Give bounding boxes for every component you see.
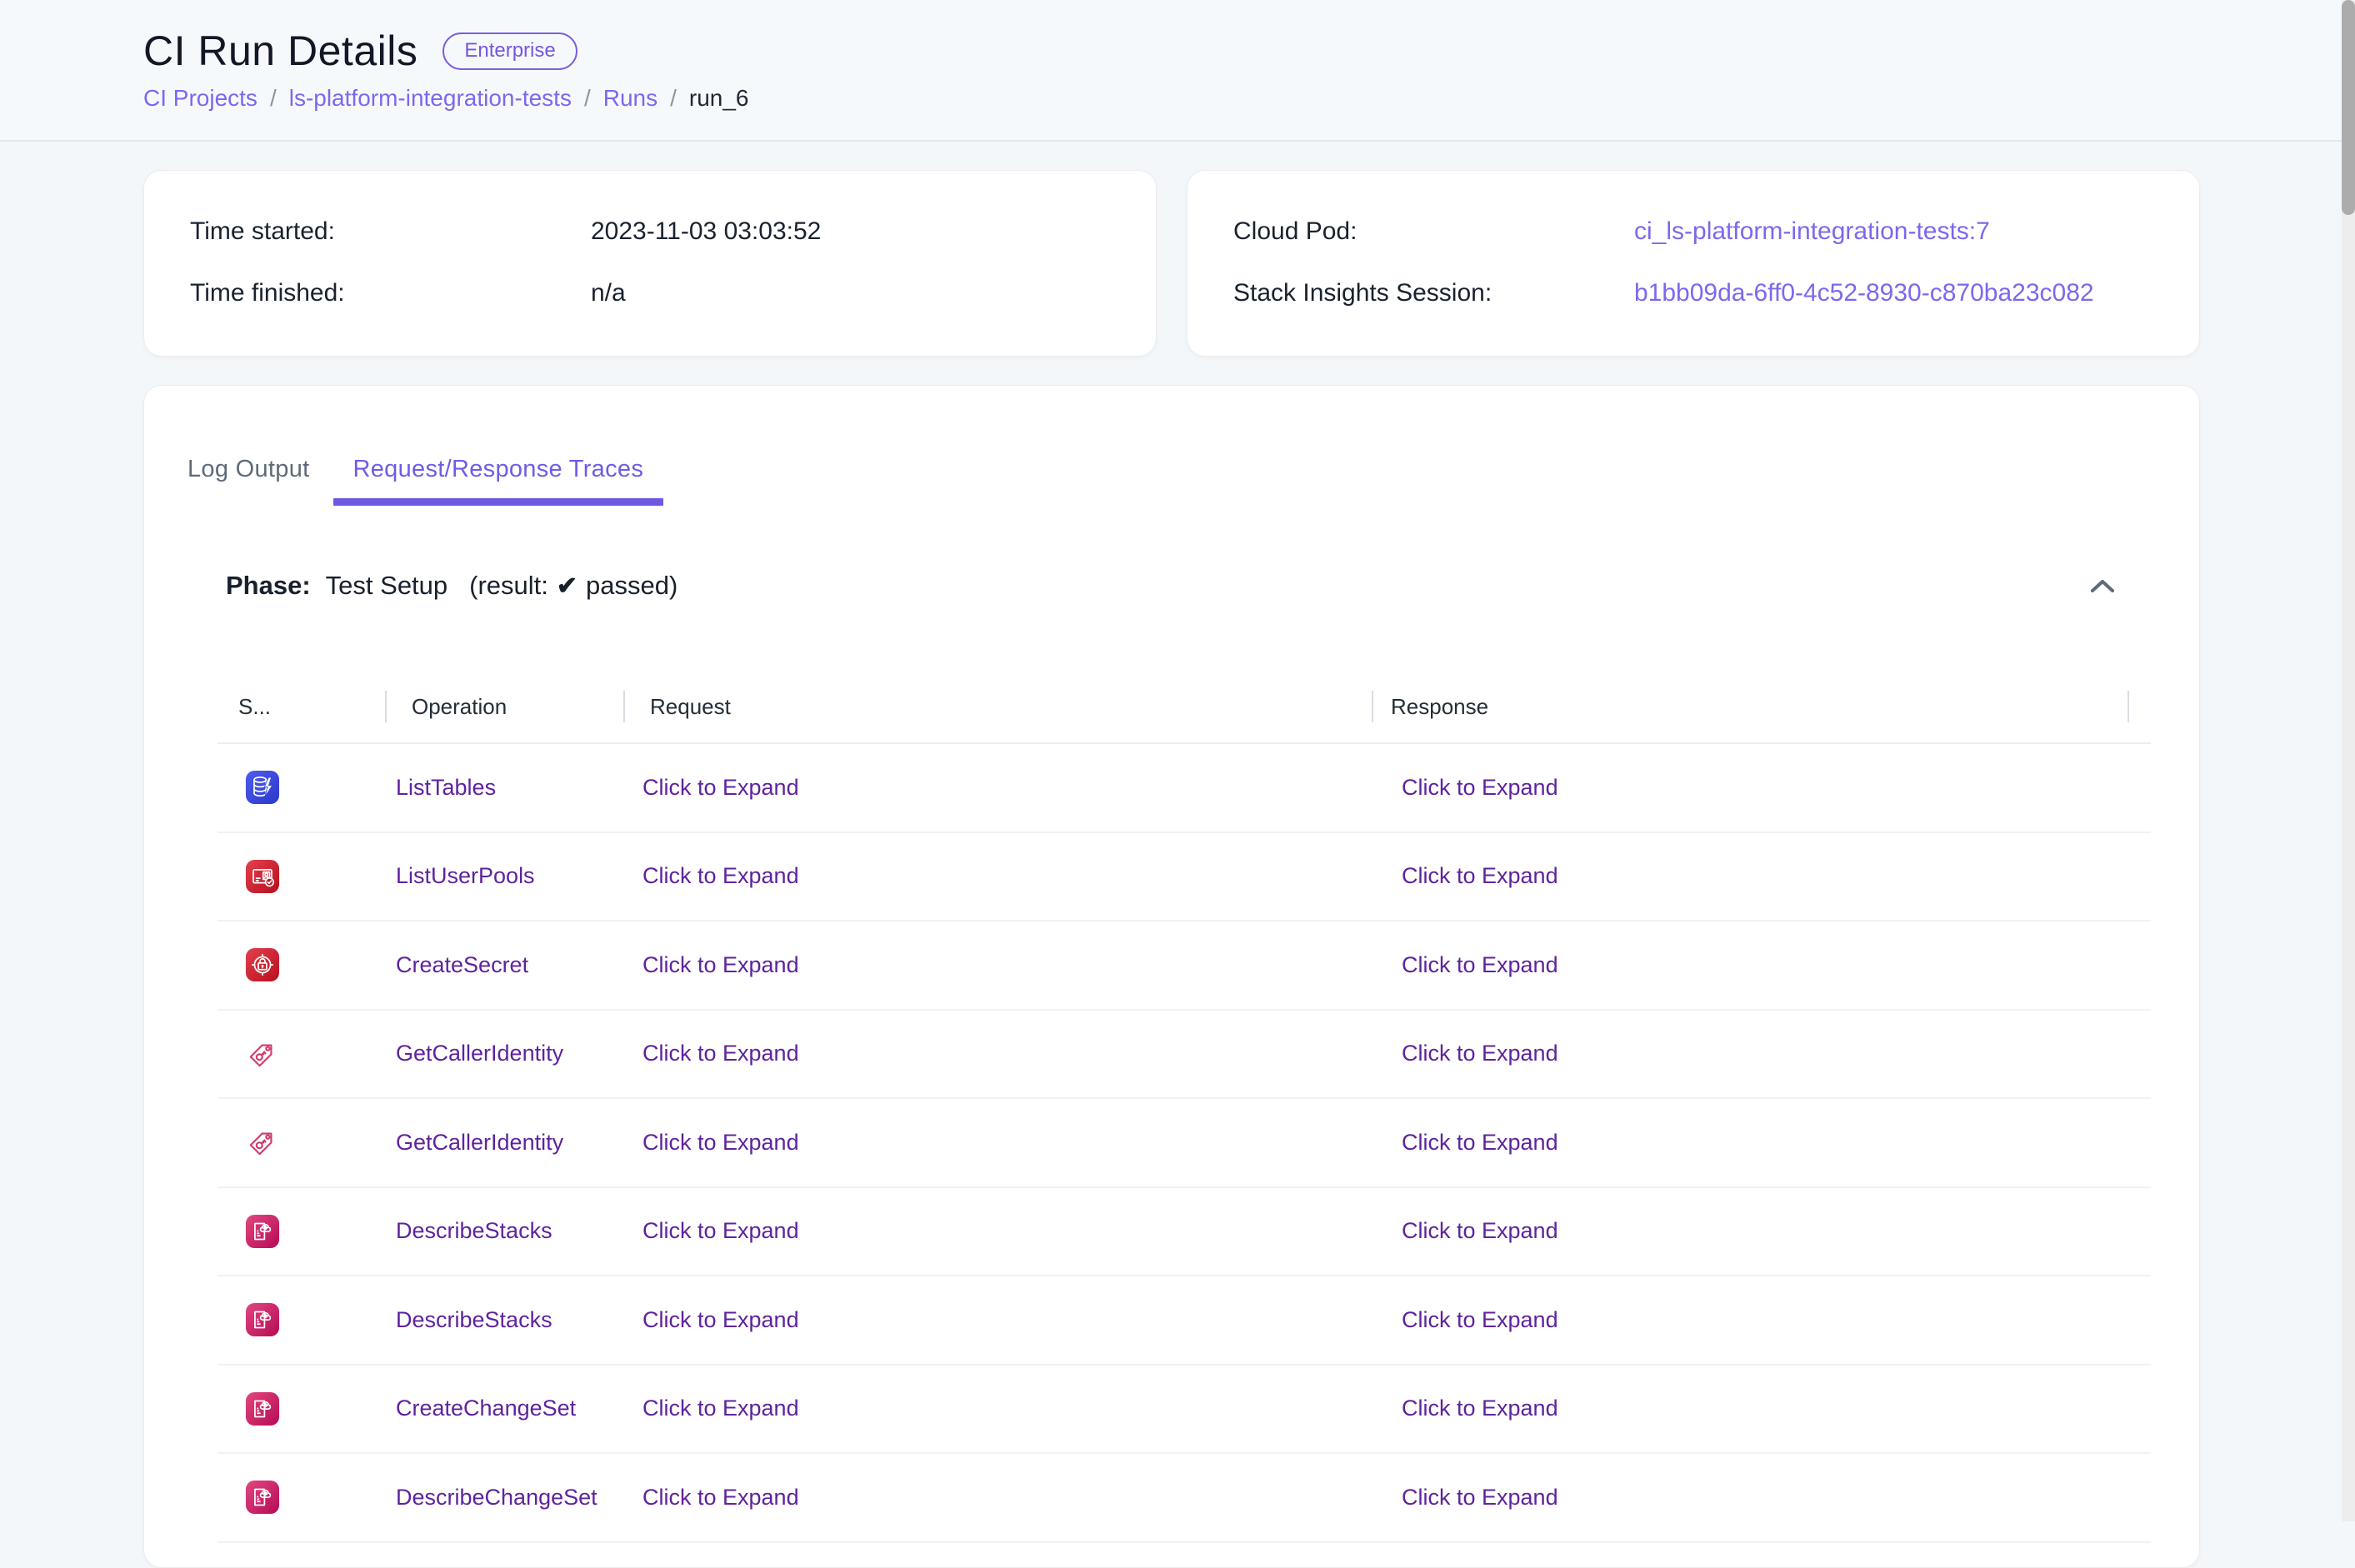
request-expand-link[interactable]: Click to Expand [642, 775, 799, 801]
request-expand-link[interactable]: Click to Expand [642, 1041, 799, 1066]
operation-link[interactable]: GetCallerIdentity [396, 1041, 563, 1066]
request-expand-link[interactable]: Click to Expand [642, 1307, 799, 1333]
trace-table-body: ListTables Click to Expand Click to Expa… [218, 744, 2151, 1543]
info-label: Cloud Pod: [1233, 214, 1634, 249]
response-expand-link[interactable]: Click to Expand [1402, 1396, 1558, 1421]
response-expand-link[interactable]: Click to Expand [1402, 1307, 1558, 1333]
dynamodb-icon [245, 770, 280, 805]
info-value-link[interactable]: ci_ls-platform-integration-tests:7 [1634, 214, 1990, 249]
cloudformation-icon [245, 1391, 280, 1426]
response-expand-link[interactable]: Click to Expand [1402, 952, 1558, 978]
tab-bar: Log OutputRequest/Response Traces [144, 386, 2199, 506]
info-row: Time finished:n/a [190, 276, 1122, 311]
operation-link[interactable]: ListTables [396, 775, 496, 801]
trace-row: GetCallerIdentity Click to Expand Click … [218, 1099, 2151, 1188]
request-expand-link[interactable]: Click to Expand [642, 1396, 799, 1421]
request-expand-link[interactable]: Click to Expand [642, 952, 799, 978]
cloudformation-icon [245, 1214, 280, 1249]
trace-row: CreateChangeSet Click to Expand Click to… [218, 1366, 2151, 1455]
ci-run-details-page: { "header": { "title": "CI Run Details",… [0, 0, 2355, 1521]
response-expand-link[interactable]: Click to Expand [1402, 775, 1558, 801]
response-expand-link[interactable]: Click to Expand [1402, 863, 1558, 889]
secretsmanager-icon [245, 947, 280, 982]
breadcrumb: CI Projects / ls-platform-integration-test… [143, 85, 2355, 112]
info-row: Cloud Pod:ci_ls-platform-integration-tes… [1233, 214, 2166, 249]
operation-link[interactable]: DescribeStacks [396, 1307, 552, 1333]
trace-row: DescribeStacks Click to Expand Click to … [218, 1188, 2151, 1277]
page-header: CI Run Details Enterprise CI Projects / ls… [0, 0, 2355, 142]
trace-table-header: S... Operation Request Response [218, 671, 2151, 744]
breadcrumb-item-ls-platform-integration-tests[interactable]: ls-platform-integration-tests [289, 85, 572, 112]
trace-table: S... Operation Request Response ListTabl… [218, 671, 2151, 1543]
info-row: Stack Insights Session:b1bb09da-6ff0-4c5… [1233, 276, 2166, 311]
enterprise-badge: Enterprise [442, 32, 577, 70]
column-header-request: Request [623, 671, 1372, 742]
run-links-card: Cloud Pod:ci_ls-platform-integration-tes… [1187, 170, 2200, 357]
phase-label: Phase: [226, 571, 311, 601]
column-header-response: Response [1372, 671, 2128, 742]
operation-link[interactable]: DescribeStacks [396, 1218, 552, 1244]
page-title: CI Run Details [143, 30, 418, 72]
operation-link[interactable]: DescribeChangeSet [396, 1485, 598, 1511]
breadcrumb-item-ci-projects[interactable]: CI Projects [143, 85, 258, 112]
phase-result: (result: ✔ passed) [469, 571, 678, 601]
phase-result-close: passed) [586, 571, 678, 601]
operation-link[interactable]: GetCallerIdentity [396, 1130, 563, 1156]
info-value: n/a [591, 276, 626, 311]
info-value-link[interactable]: b1bb09da-6ff0-4c52-8930-c870ba23c082 [1634, 276, 2094, 311]
vertical-scrollbar-thumb[interactable] [2342, 0, 2355, 215]
run-times-card: Time started:2023-11-03 03:03:52Time fin… [143, 170, 1157, 357]
check-icon: ✔ [557, 572, 578, 601]
request-expand-link[interactable]: Click to Expand [642, 863, 799, 889]
info-label: Time started: [190, 214, 591, 249]
column-header-spacer [2128, 671, 2151, 742]
response-expand-link[interactable]: Click to Expand [1402, 1130, 1558, 1156]
breadcrumb-separator: / [270, 85, 277, 112]
chevron-up-icon [2090, 578, 2115, 593]
trace-row: CreateSecret Click to Expand Click to Ex… [218, 921, 2151, 1011]
operation-link[interactable]: CreateSecret [396, 952, 528, 978]
trace-row: GetCallerIdentity Click to Expand Click … [218, 1011, 2151, 1100]
phase-result-open: (result: [469, 571, 548, 601]
info-row: Time started:2023-11-03 03:03:52 [190, 214, 1122, 249]
trace-row: ListUserPools Click to Expand Click to E… [218, 833, 2151, 922]
title-row: CI Run Details Enterprise [143, 30, 2355, 72]
tab-request-response-traces[interactable]: Request/Response Traces [333, 432, 664, 506]
info-label: Time finished: [190, 276, 591, 311]
summary-cards-row: Time started:2023-11-03 03:03:52Time fin… [143, 170, 2355, 357]
main-content: Time started:2023-11-03 03:03:52Time fin… [0, 142, 2355, 1568]
phase-name: Test Setup [326, 571, 448, 601]
trace-row: ListTables Click to Expand Click to Expa… [218, 744, 2151, 833]
operation-link[interactable]: ListUserPools [396, 863, 535, 889]
info-label: Stack Insights Session: [1233, 276, 1634, 311]
breadcrumb-separator: / [670, 85, 677, 112]
sts-icon [245, 1036, 280, 1071]
trace-row: DescribeChangeSet Click to Expand Click … [218, 1454, 2151, 1543]
operation-link[interactable]: CreateChangeSet [396, 1396, 576, 1421]
vertical-scrollbar-track[interactable] [2342, 0, 2355, 1521]
info-value: 2023-11-03 03:03:52 [591, 214, 821, 249]
request-expand-link[interactable]: Click to Expand [642, 1218, 799, 1244]
traces-card: Log OutputRequest/Response Traces Phase:… [143, 385, 2200, 1568]
response-expand-link[interactable]: Click to Expand [1402, 1485, 1558, 1511]
column-header-service: S... [218, 671, 385, 742]
request-expand-link[interactable]: Click to Expand [642, 1485, 799, 1511]
request-expand-link[interactable]: Click to Expand [642, 1130, 799, 1156]
collapse-phase-button[interactable] [2085, 573, 2120, 598]
column-header-operation: Operation [385, 671, 623, 742]
cognito-icon [245, 859, 280, 894]
breadcrumb-item-run-6: run_6 [689, 85, 749, 112]
trace-row: DescribeStacks Click to Expand Click to … [218, 1276, 2151, 1366]
phase-accordion-header[interactable]: Phase: Test Setup (result: ✔ passed) [144, 547, 2199, 624]
response-expand-link[interactable]: Click to Expand [1402, 1041, 1558, 1066]
cloudformation-icon [245, 1480, 280, 1515]
breadcrumb-separator: / [584, 85, 591, 112]
breadcrumb-item-runs[interactable]: Runs [603, 85, 658, 112]
sts-icon [245, 1125, 280, 1160]
cloudformation-icon [245, 1302, 280, 1337]
response-expand-link[interactable]: Click to Expand [1402, 1218, 1558, 1244]
phase-text: Phase: Test Setup (result: ✔ passed) [226, 571, 678, 601]
tab-log-output[interactable]: Log Output [168, 432, 330, 506]
